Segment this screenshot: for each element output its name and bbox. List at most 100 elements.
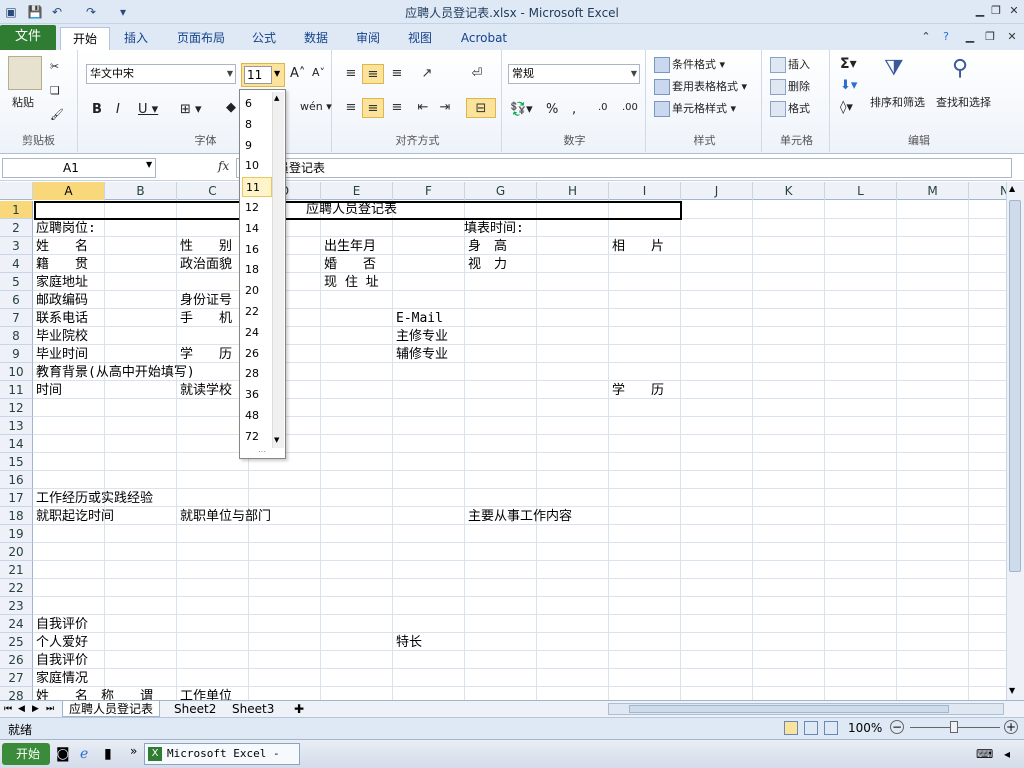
format-as-table-button[interactable]: 套用表格格式 ▾ [654, 78, 747, 95]
row-header[interactable]: 13 [0, 417, 33, 435]
ribbon-collapse-icon[interactable]: ⌃ [918, 28, 934, 46]
column-header[interactable]: E [321, 182, 393, 200]
column-header[interactable]: F [393, 182, 465, 200]
row-header[interactable]: 25 [0, 633, 33, 651]
font-name-combo[interactable]: 华文中宋 ▼ [86, 64, 236, 84]
row-header[interactable]: 9 [0, 345, 33, 363]
sound-icon[interactable]: ◂ [1004, 747, 1010, 761]
font-size-option[interactable]: 28 [242, 364, 272, 384]
align-top-icon[interactable]: ≡ [340, 64, 362, 84]
formula-input[interactable]: 应聘人员登记表 [236, 158, 1012, 178]
tab-home[interactable]: 开始 [60, 27, 110, 50]
zoom-slider-thumb[interactable] [950, 721, 958, 733]
quicklaunch-icon-1[interactable]: ◙ [56, 746, 70, 762]
tab-formulas[interactable]: 公式 [240, 27, 288, 50]
taskbar-excel-button[interactable]: Microsoft Excel - ... [144, 743, 300, 768]
column-header[interactable]: B [105, 182, 177, 200]
horizontal-scrollbar[interactable] [608, 703, 1004, 715]
restore-icon[interactable]: ❐ [988, 2, 1004, 20]
paste-button[interactable]: 粘贴 [12, 94, 34, 110]
merge-center-icon[interactable]: ⊟ [466, 98, 496, 118]
italic-button[interactable]: I [116, 102, 120, 117]
row-header[interactable]: 10 [0, 363, 33, 381]
row-header[interactable]: 6 [0, 291, 33, 309]
row-header[interactable]: 24 [0, 615, 33, 633]
row-header[interactable]: 1 [0, 201, 33, 219]
resize-grip-icon[interactable]: ⋯ [258, 447, 266, 456]
percent-icon[interactable]: % [546, 102, 558, 117]
underline-button[interactable]: U ▾ [138, 102, 158, 117]
align-bottom-icon[interactable]: ≡ [386, 64, 408, 84]
row-header[interactable]: 8 [0, 327, 33, 345]
scroll-up-icon[interactable]: ▲ [1009, 184, 1015, 193]
sheet-nav-last-icon[interactable]: ⏭ [44, 701, 56, 717]
row-header[interactable]: 21 [0, 561, 33, 579]
bold-button[interactable]: B [92, 102, 102, 117]
number-format-combo[interactable]: 常规 ▼ [508, 64, 640, 84]
row-header[interactable]: 14 [0, 435, 33, 453]
namebox-dropdown-icon[interactable]: ▼ [146, 160, 152, 169]
sheet-tab-3[interactable]: Sheet3 [226, 701, 280, 717]
cut-icon[interactable]: ✂ [50, 60, 59, 73]
increase-decimal-icon[interactable]: .0 [598, 102, 608, 113]
row-header[interactable]: 4 [0, 255, 33, 273]
minimize-icon[interactable]: ▁ [972, 2, 988, 20]
column-header[interactable]: M [897, 182, 969, 200]
autosum-icon[interactable]: Σ▾ [840, 56, 857, 72]
fill-icon[interactable]: ⬇▾ [840, 78, 857, 93]
shrink-font-icon[interactable]: A˅ [312, 66, 325, 79]
scroll-down-icon[interactable]: ▼ [274, 436, 279, 444]
page-break-view-icon[interactable] [824, 721, 838, 735]
tab-file[interactable]: 文件 [0, 25, 56, 50]
binoculars-icon[interactable]: ⚲ [952, 56, 968, 81]
column-header[interactable]: N [969, 182, 1006, 200]
font-size-option[interactable]: 48 [242, 406, 272, 426]
insert-sheet-icon[interactable]: ✚ [288, 701, 310, 717]
help-icon[interactable]: ? [938, 28, 954, 46]
font-size-option[interactable]: 26 [242, 344, 272, 364]
name-box[interactable]: A1 [2, 158, 156, 178]
hscroll-thumb[interactable] [629, 705, 949, 713]
currency-icon[interactable]: 💱▾ [510, 102, 533, 117]
align-center-icon[interactable]: ≡ [362, 98, 384, 118]
row-header[interactable]: 23 [0, 597, 33, 615]
row-header[interactable]: 12 [0, 399, 33, 417]
keyboard-icon[interactable]: ⌨ [976, 747, 993, 761]
ie-icon[interactable]: ℯ [80, 746, 88, 762]
close-icon[interactable]: ✕ [1006, 2, 1022, 20]
sort-filter-button[interactable]: 排序和筛选 [870, 94, 925, 110]
scroll-down-icon[interactable]: ▼ [1009, 686, 1015, 695]
font-size-option[interactable]: 16 [242, 240, 272, 260]
column-header[interactable]: J [681, 182, 753, 200]
font-size-list-scrollbar[interactable]: ▲ ▼ [272, 92, 284, 448]
row-header[interactable]: 2 [0, 219, 33, 237]
grow-font-icon[interactable]: A˄ [290, 66, 305, 81]
insert-function-icon[interactable]: fx [218, 159, 229, 173]
column-header[interactable]: L [825, 182, 897, 200]
column-header[interactable]: H [537, 182, 609, 200]
zoom-out-icon[interactable]: − [890, 720, 904, 734]
font-size-option[interactable]: 22 [242, 302, 272, 322]
column-header[interactable]: A [33, 182, 105, 200]
font-size-option[interactable]: 8 [242, 115, 272, 135]
start-button[interactable]: 开始 [2, 743, 50, 765]
quicklaunch-icon-3[interactable]: ▮ [104, 746, 112, 762]
row-header[interactable]: 5 [0, 273, 33, 291]
row-header[interactable]: 22 [0, 579, 33, 597]
doc-restore-icon[interactable]: ❐ [982, 28, 998, 46]
font-size-option[interactable]: 10 [242, 156, 272, 176]
tab-data[interactable]: 数据 [292, 27, 340, 50]
font-size-value[interactable]: 11 [244, 66, 272, 84]
align-right-icon[interactable]: ≡ [386, 98, 408, 118]
row-header[interactable]: 18 [0, 507, 33, 525]
row-header[interactable]: 15 [0, 453, 33, 471]
font-size-option[interactable]: 72 [242, 427, 272, 447]
font-size-option[interactable]: 24 [242, 323, 272, 343]
select-all-corner[interactable] [0, 182, 33, 200]
row-header[interactable]: 7 [0, 309, 33, 327]
page-layout-view-icon[interactable] [804, 721, 818, 735]
clear-icon[interactable]: ◊▾ [840, 100, 853, 115]
format-cells-button[interactable]: 格式 [770, 100, 810, 117]
tab-view[interactable]: 视图 [396, 27, 444, 50]
font-size-option[interactable]: 14 [242, 219, 272, 239]
